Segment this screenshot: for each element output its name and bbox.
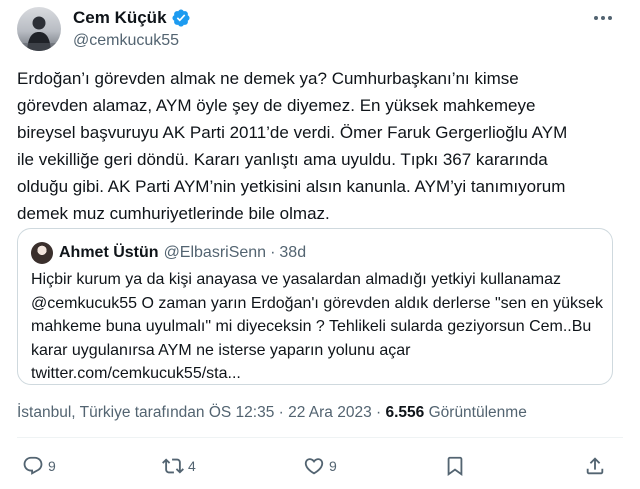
tweet-location-time[interactable]: İstanbul, Türkiye tarafından ÖS 12:35 · … xyxy=(17,404,386,421)
reply-icon xyxy=(22,455,44,477)
retweet-icon xyxy=(162,455,184,477)
action-bar: 9 4 9 xyxy=(0,452,640,480)
quoted-author-avatar xyxy=(31,242,53,264)
reply-button[interactable]: 9 xyxy=(22,452,56,480)
author-name[interactable]: Cem Küçük xyxy=(73,7,167,29)
share-button[interactable] xyxy=(584,452,606,480)
quoted-author-name: Ahmet Üstün xyxy=(59,244,159,261)
divider xyxy=(17,437,623,438)
author-avatar[interactable] xyxy=(17,7,61,51)
quoted-separator: · xyxy=(270,244,276,261)
retweet-count: 4 xyxy=(188,458,196,474)
bookmark-icon xyxy=(444,455,466,477)
quoted-tweet[interactable]: Ahmet Üstün @ElbasriSenn · 38d Hiçbir ku… xyxy=(17,228,613,385)
quoted-tweet-text: Hiçbir kurum ya da kişi anayasa ve yasal… xyxy=(31,271,603,382)
share-icon xyxy=(584,455,606,477)
tweet-meta: İstanbul, Türkiye tarafından ÖS 12:35 · … xyxy=(17,403,527,423)
bookmark-button[interactable] xyxy=(444,452,466,480)
retweet-button[interactable]: 4 xyxy=(162,452,196,480)
heart-icon xyxy=(303,455,325,477)
verified-badge-icon xyxy=(171,8,191,28)
tweet-text: Erdoğan’ı görevden almak ne demek ya? Cu… xyxy=(17,69,568,223)
author-name-row[interactable]: Cem Küçük xyxy=(73,7,191,29)
like-button[interactable]: 9 xyxy=(303,452,337,480)
quoted-timestamp: 38d xyxy=(279,244,307,261)
quoted-author-handle: @ElbasriSenn xyxy=(163,244,267,261)
more-options-icon[interactable] xyxy=(590,9,616,27)
quoted-tweet-header: Ahmet Üstün @ElbasriSenn · 38d xyxy=(59,243,306,263)
tweet-card: Cem Küçük @cemkucuk55 Erdoğan’ı görevden… xyxy=(0,0,640,489)
author-handle[interactable]: @cemkucuk55 xyxy=(73,31,179,51)
like-count: 9 xyxy=(329,458,337,474)
views-label: Görüntülenme xyxy=(424,404,527,421)
reply-count: 9 xyxy=(48,458,56,474)
views-count: 6.556 xyxy=(385,404,425,421)
